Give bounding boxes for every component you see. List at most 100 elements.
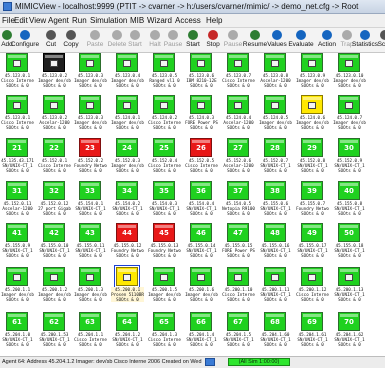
agent-node[interactable]: 45.200.0.1 Prosen 5110BR SOOts & 0 bbox=[111, 265, 144, 307]
agent-status-icon[interactable]: 28 bbox=[264, 138, 286, 157]
agent-status-icon[interactable]: 64 bbox=[116, 312, 138, 331]
agent-status-icon[interactable] bbox=[301, 95, 323, 114]
agent-node[interactable]: 30 45.152.0.9 SN/UNIX-CT_1 SOOts & 0 bbox=[333, 138, 366, 178]
agent-node[interactable]: 45.123.0.1 Cisco Interne SOOts & 0 bbox=[1, 95, 34, 135]
agent-node[interactable]: 69 45.204.1.61 SN/UNIX-CT_1 SOOts & 0 bbox=[296, 312, 329, 352]
agent-node[interactable]: 44 45.155.0.12 Foundry Netwo SOOts & 0 bbox=[111, 223, 144, 263]
agent-node[interactable]: 45.123.0.2 Ascelar-1200 SOOts & 0 bbox=[38, 95, 71, 135]
agent-status-icon[interactable]: 32 bbox=[43, 181, 65, 200]
agent-node[interactable]: 33 45.154.0.1 SN/UNIX-CT_1 SOOts & 0 bbox=[74, 181, 107, 221]
agent-status-icon[interactable]: 68 bbox=[264, 312, 286, 331]
agent-node[interactable]: 46 45.155.0.14 SN/UNIX-CT_1 SOOts & 0 bbox=[185, 223, 218, 263]
menu-file[interactable]: File bbox=[2, 15, 15, 26]
agent-node[interactable]: 43 45.155.0.11 SN/UNIX-CT_1 SOOts & 0 bbox=[74, 223, 107, 263]
agent-node[interactable]: 23 45.152.0.2 Foundry Netwo SOOts & 0 bbox=[74, 138, 107, 178]
agent-status-icon[interactable] bbox=[153, 267, 175, 286]
agent-status-icon[interactable]: 44 bbox=[116, 223, 138, 242]
agent-node[interactable]: 21 45.135.43.171 SN/UNIX-CT_1 SOOts & 0 bbox=[1, 138, 34, 178]
agent-node[interactable]: 45.124.0.7 Imager dev/sb SOOts & 0 bbox=[333, 95, 366, 135]
agent-status-icon[interactable] bbox=[116, 53, 138, 72]
agent-node[interactable]: 36 45.154.0.4 SN/UNIX-CT_1 SOOts & 0 bbox=[185, 181, 218, 221]
agent-status-icon[interactable] bbox=[227, 53, 249, 72]
agent-status-icon[interactable]: 63 bbox=[79, 312, 101, 331]
agent-node[interactable]: 29 45.152.0.8 SN/UNIX-CT_1 SOOts & 0 bbox=[296, 138, 329, 178]
agent-node[interactable]: 35 45.154.0.3 SN/UNIX-CT_1 SOOts & 0 bbox=[148, 181, 181, 221]
agent-status-icon[interactable] bbox=[338, 95, 360, 114]
agent-node[interactable]: 45.200.1.2 Imager dev/sb SOOts & 0 bbox=[38, 267, 71, 307]
agent-status-icon[interactable]: 48 bbox=[264, 223, 286, 242]
agent-status-icon[interactable] bbox=[301, 53, 323, 72]
agent-node[interactable]: 31 45.152.0.11 Ascelar-1200 SOOts & 0 bbox=[1, 181, 34, 221]
agent-node[interactable]: 45.123.0.1 Cisco Interne SOOts & 0 bbox=[1, 53, 34, 93]
agent-status-icon[interactable] bbox=[264, 95, 286, 114]
agent-status-icon[interactable]: 23 bbox=[79, 138, 101, 157]
agent-status-icon[interactable]: 22 bbox=[43, 138, 65, 157]
agent-node[interactable]: 47 45.155.0.15 FORE Power PS SOOts & 0 bbox=[222, 223, 255, 263]
menu-simulation[interactable]: Simulation bbox=[90, 15, 127, 26]
agent-status-icon[interactable]: 27 bbox=[227, 138, 249, 157]
agent-node[interactable]: 62 45.200.1.53 SN/UNIX-CT_1 SOOts & 0 bbox=[38, 312, 71, 352]
agent-node[interactable]: 34 45.154.0.2 SN/UNIX-CT_1 SOOts & 0 bbox=[111, 181, 144, 221]
agent-node[interactable]: 49 45.155.0.17 SN/UNIX-CT_1 SOOts & 0 bbox=[296, 223, 329, 263]
agent-status-icon[interactable]: 41 bbox=[6, 223, 28, 242]
agent-node[interactable]: 67 45.204.1.5 SN/UNIX-CT_1 SOOts & 0 bbox=[222, 312, 255, 352]
agent-node[interactable]: 45.123.0.3 Imager dev/sb SOOts & 0 bbox=[74, 53, 107, 93]
agent-node[interactable]: 63 45.204.1.1 Cisco Interne SOOts & 0 bbox=[74, 312, 107, 352]
agent-status-icon[interactable] bbox=[190, 53, 212, 72]
agent-node[interactable]: 45.200.1.10 Cisco Interne SOOts & 0 bbox=[222, 267, 255, 307]
agent-status-icon[interactable] bbox=[79, 53, 101, 72]
agent-node[interactable]: 45.200.1.3 Imager dev/sb SOOts & 0 bbox=[74, 267, 107, 307]
agent-node[interactable]: 45.124.0.2 Cisco Interne SOOts & 0 bbox=[148, 95, 181, 135]
agent-status-icon[interactable] bbox=[79, 267, 101, 286]
agent-status-icon[interactable]: 65 bbox=[153, 312, 175, 331]
agent-node[interactable]: 27 45.152.0.6 Ascelar-1200 SOOts & 0 bbox=[222, 138, 255, 178]
agent-node[interactable]: 45.123.0.8 Ascelar-1200 SOOts & 0 bbox=[259, 53, 292, 93]
agent-node[interactable]: 45.123.0.10 Imager dev/sb SOOts & 0 bbox=[333, 53, 366, 93]
agent-status-icon[interactable]: 47 bbox=[227, 223, 249, 242]
agent-node[interactable]: 28 45.152.0.7 SN/UNIX-CT_1 SOOts & 0 bbox=[259, 138, 292, 178]
agent-node[interactable]: 66 45.204.1.4 SN/UNIX-CT_1 SOOts & 0 bbox=[185, 312, 218, 352]
agent-node[interactable]: 32 45.152.0.12 27 port Gigab SOOts & 0 bbox=[38, 181, 71, 221]
agent-node[interactable]: 70 45.204.1.62 SN/UNIX-CT_1 SOOts & 0 bbox=[333, 312, 366, 352]
agent-node[interactable]: 45.124.0.1 Imager dev/sb SOOts & 0 bbox=[111, 95, 144, 135]
agent-node[interactable]: 26 45.152.0.5 Cisco Interne SOOts & 0 bbox=[185, 138, 218, 178]
agent-status-icon[interactable]: 37 bbox=[227, 181, 249, 200]
agent-status-icon[interactable] bbox=[43, 53, 65, 72]
agent-status-icon[interactable]: 43 bbox=[79, 223, 101, 242]
agent-node[interactable]: 22 45.152.0.1 Cisco Interne SOOts & 0 bbox=[38, 138, 71, 178]
agent-node[interactable]: 37 45.154.0.5 Netopia R9100 SOOts & 0 bbox=[222, 181, 255, 221]
agent-node[interactable]: 45.124.0.3 FORE Power PS SOOts & 0 bbox=[185, 95, 218, 135]
agent-status-icon[interactable]: 66 bbox=[190, 312, 212, 331]
agent-status-icon[interactable]: 35 bbox=[153, 181, 175, 200]
menu-edit[interactable]: Edit bbox=[14, 15, 28, 26]
agent-status-icon[interactable]: 26 bbox=[190, 138, 212, 157]
agent-node[interactable]: 45.200.1.12 Cisco Interne SOOts & 0 bbox=[296, 267, 329, 307]
menu-view[interactable]: View bbox=[29, 15, 46, 26]
menu-run[interactable]: Run bbox=[72, 15, 87, 26]
agent-status-icon[interactable] bbox=[264, 267, 286, 286]
agent-status-icon[interactable] bbox=[227, 95, 249, 114]
agent-status-icon[interactable] bbox=[114, 265, 140, 288]
agent-node[interactable]: 24 45.152.0.3 Imager dev/sb SOOts & 0 bbox=[111, 138, 144, 178]
agent-status-icon[interactable]: 24 bbox=[116, 138, 138, 157]
agent-status-icon[interactable]: 62 bbox=[43, 312, 65, 331]
agent-status-icon[interactable]: 40 bbox=[338, 181, 360, 200]
agent-node[interactable]: 40 45.155.0.8 SN/UNIX-CT_1 SOOts & 0 bbox=[333, 181, 366, 221]
agent-status-icon[interactable]: 67 bbox=[227, 312, 249, 331]
agent-status-icon[interactable]: 38 bbox=[264, 181, 286, 200]
agent-node[interactable]: 42 45.155.0.10 SN/UNIX-CT_1 SOOts & 0 bbox=[38, 223, 71, 263]
agent-grid-canvas[interactable]: 45.123.0.1 Cisco Interne SOOts & 0 45.123.0… bbox=[0, 53, 385, 356]
agent-status-icon[interactable] bbox=[338, 267, 360, 286]
agent-node[interactable]: 45.124.0.5 Imager dev/sb SOOts & 0 bbox=[259, 95, 292, 135]
agent-node[interactable]: 45.124.0.4 Ascelar-1200 SOOts & 0 bbox=[222, 95, 255, 135]
agent-node[interactable]: 25 45.152.0.4 Cisco Interne SOOts & 0 bbox=[148, 138, 181, 178]
agent-status-icon[interactable] bbox=[79, 95, 101, 114]
agent-node[interactable]: 45.200.1.11 SN/UNIX-CT_1 SOOts & 0 bbox=[259, 267, 292, 307]
menu-agent[interactable]: Agent bbox=[48, 15, 69, 26]
agent-node[interactable]: 38 45.155.0.6 SN/UNIX-CT_1 SOOts & 0 bbox=[259, 181, 292, 221]
agent-status-icon[interactable]: 25 bbox=[153, 138, 175, 157]
agent-status-icon[interactable]: 69 bbox=[301, 312, 323, 331]
agent-status-icon[interactable]: 31 bbox=[6, 181, 28, 200]
agent-status-icon[interactable] bbox=[116, 95, 138, 114]
agent-status-icon[interactable] bbox=[153, 53, 175, 72]
